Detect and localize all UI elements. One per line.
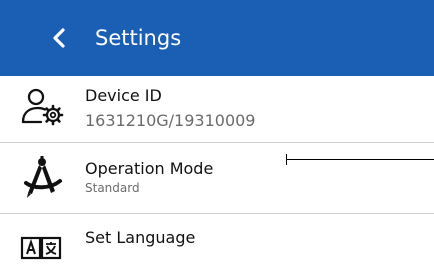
device-id-value: 1631210G/19310009 [85,111,256,130]
user-gear-icon [21,88,64,126]
drafting-compass-icon [24,156,62,198]
pointer-line [286,159,434,160]
chevron-left-icon [53,28,65,48]
back-button[interactable] [46,24,74,52]
language-icon [20,236,62,260]
page-title: Settings [95,26,182,50]
operation-mode-value: Standard [85,181,140,195]
settings-item-set-language[interactable]: Set Language [0,214,434,260]
settings-item-label: Device ID [85,86,162,105]
settings-item-operation-mode[interactable]: Operation Mode Standard [0,143,434,214]
app-header: Settings [0,0,434,76]
settings-item-label: Operation Mode [85,159,214,178]
settings-item-label: Set Language [85,228,196,247]
settings-item-device-id[interactable]: Device ID 1631210G/19310009 [0,76,434,143]
